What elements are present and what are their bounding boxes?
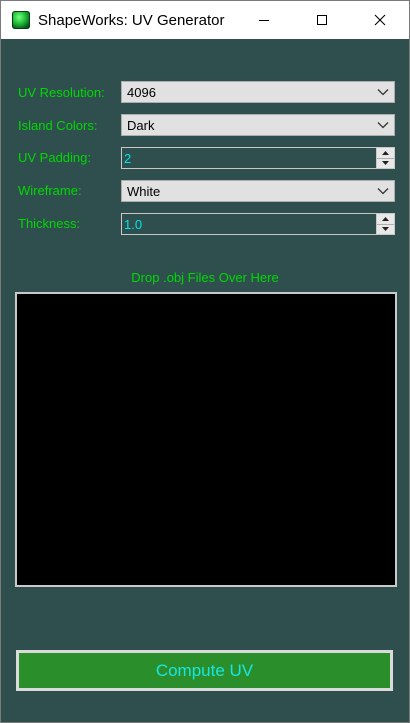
drop-instructions: Drop .obj Files Over Here (131, 270, 279, 285)
thickness-input[interactable] (122, 214, 376, 234)
thickness-spin-buttons (376, 214, 394, 234)
island-colors-dropdown[interactable]: Dark (121, 114, 395, 136)
close-icon (374, 14, 386, 26)
close-button[interactable] (351, 1, 409, 39)
minimize-button[interactable] (235, 1, 293, 39)
caret-up-icon (382, 216, 389, 221)
uv-resolution-label: UV Resolution: (18, 85, 105, 100)
main-panel: UV Resolution: 4096 Island Colors: Dark … (1, 39, 409, 722)
chevron-down-icon (372, 181, 394, 201)
compute-uv-label: Compute UV (155, 660, 254, 680)
island-colors-value: Dark (127, 117, 155, 133)
wireframe-value: White (127, 183, 161, 199)
caret-up-icon (382, 150, 389, 155)
uv-padding-label: UV Padding: (18, 150, 91, 165)
maximize-button[interactable] (293, 1, 351, 39)
minimize-icon (259, 20, 269, 21)
uv-padding-input[interactable] (122, 148, 376, 168)
uv-resolution-dropdown[interactable]: 4096 (121, 81, 395, 103)
thickness-decrement-button[interactable] (377, 223, 394, 234)
chevron-down-icon (372, 115, 394, 135)
wireframe-dropdown[interactable]: White (121, 180, 395, 202)
thickness-increment-button[interactable] (377, 214, 394, 224)
maximize-icon (317, 15, 327, 25)
window-title: ShapeWorks: UV Generator (38, 11, 225, 29)
caret-down-icon (382, 227, 389, 232)
uv-padding-stepper (121, 147, 395, 169)
wireframe-label: Wireframe: (18, 183, 82, 198)
file-drop-area[interactable] (15, 292, 397, 587)
uv-padding-increment-button[interactable] (377, 148, 394, 158)
thickness-stepper (121, 213, 395, 235)
uv-padding-decrement-button[interactable] (377, 157, 394, 168)
thickness-label: Thickness: (18, 216, 81, 231)
app-window: ShapeWorks: UV Generator UV Resolution: … (0, 0, 410, 723)
caret-down-icon (382, 161, 389, 166)
app-icon (12, 11, 30, 29)
window-controls (235, 1, 409, 39)
uv-resolution-value: 4096 (127, 84, 156, 100)
chevron-down-icon (372, 82, 394, 102)
island-colors-label: Island Colors: (18, 118, 98, 133)
title-bar[interactable]: ShapeWorks: UV Generator (1, 1, 409, 39)
compute-uv-button[interactable]: Compute UV (16, 650, 393, 691)
uv-padding-spin-buttons (376, 148, 394, 168)
